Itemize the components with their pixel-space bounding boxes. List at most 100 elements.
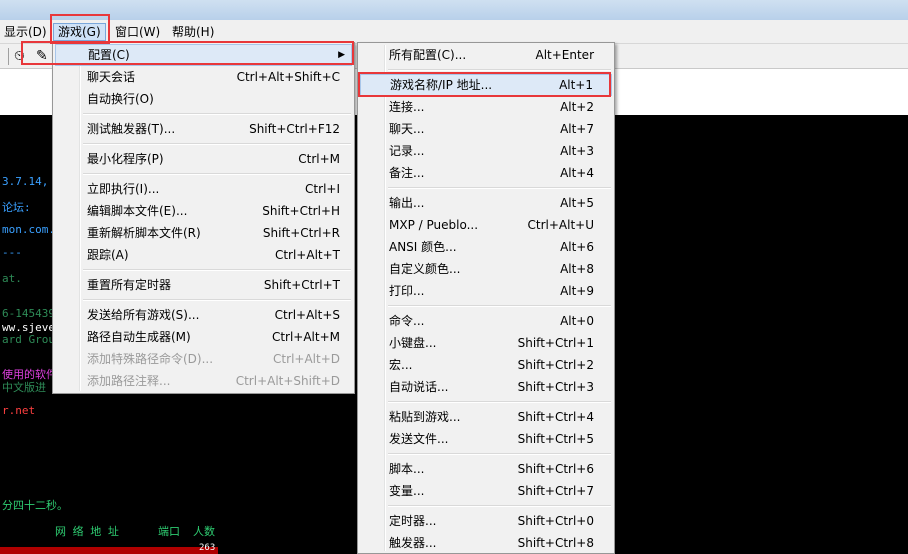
menu-item[interactable]: 测试触发器(T)... Shift+Ctrl+F12 <box>55 118 352 140</box>
menu-item[interactable]: 重新解析脚本文件(R) Shift+Ctrl+R <box>55 222 352 244</box>
menu-item-label: 重新解析脚本文件(R) <box>87 226 201 240</box>
menu-item[interactable]: 命令... Alt+0 <box>360 310 612 332</box>
menu-item-label: 触发器... <box>389 536 437 550</box>
menu-display[interactable]: 显示(D) <box>0 23 51 41</box>
menu-item-label: 重置所有定时器 <box>87 278 172 292</box>
menu-item[interactable]: 发送给所有游戏(S)... Ctrl+Alt+S <box>55 304 352 326</box>
menu-item-shortcut: Shift+Ctrl+5 <box>517 432 594 446</box>
menu-divider <box>83 173 351 175</box>
menu-item-label: 小键盘... <box>389 336 437 350</box>
menu-item-shortcut: Alt+2 <box>560 100 594 114</box>
menu-item[interactable]: 小键盘... Shift+Ctrl+1 <box>360 332 612 354</box>
menu-item[interactable]: 聊天会话 Ctrl+Alt+Shift+C <box>55 66 352 88</box>
menu-item-shortcut: Alt+6 <box>560 240 594 254</box>
terminal-line: at. <box>2 272 22 285</box>
menu-item-label: 添加路径注释... <box>87 374 171 388</box>
menu-game[interactable]: 游戏(G) <box>53 23 106 41</box>
menu-item-shortcut: Ctrl+Alt+S <box>274 308 340 322</box>
menu-item[interactable]: 变量... Shift+Ctrl+7 <box>360 480 612 502</box>
menu-item[interactable]: 备注... Alt+4 <box>360 162 612 184</box>
menu-item[interactable]: 跟踪(A) Ctrl+Alt+T <box>55 244 352 266</box>
menu-divider <box>388 401 611 403</box>
menu-item-shortcut: Ctrl+Alt+M <box>271 330 340 344</box>
toolbar-separator <box>8 48 9 65</box>
menu-item-label: 最小化程序(P) <box>87 152 164 166</box>
menu-item-label: 聊天... <box>389 122 425 136</box>
menu-item-shortcut: Alt+9 <box>560 284 594 298</box>
script-icon[interactable]: ✎ <box>36 48 48 64</box>
game-menu: 配置(C) ▶ 聊天会话 Ctrl+Alt+Shift+C 自动换行(O) 测试触发器(T… <box>52 42 355 394</box>
menu-item-shortcut: Shift+Ctrl+4 <box>517 410 594 424</box>
menu-item[interactable]: 配置(C) ▶ <box>55 44 352 66</box>
menu-item-shortcut: Alt+Enter <box>535 48 594 62</box>
menu-item[interactable]: 定时器... Shift+Ctrl+0 <box>360 510 612 532</box>
menu-item[interactable]: ANSI 颜色... Alt+6 <box>360 236 612 258</box>
menu-item[interactable]: 宏... Shift+Ctrl+2 <box>360 354 612 376</box>
menu-item-shortcut: Shift+Ctrl+R <box>262 226 340 240</box>
menu-item-shortcut: Alt+4 <box>560 166 594 180</box>
menu-item[interactable]: 自动说话... Shift+Ctrl+3 <box>360 376 612 398</box>
menu-item[interactable]: 发送文件... Shift+Ctrl+5 <box>360 428 612 450</box>
menu-item-label: 游戏名称/IP 地址... <box>390 78 493 92</box>
menu-item[interactable]: 路径自动生成器(M) Ctrl+Alt+M <box>55 326 352 348</box>
menu-item[interactable]: 脚本... Shift+Ctrl+6 <box>360 458 612 480</box>
terminal-line: r.net <box>2 404 36 417</box>
menu-item[interactable]: 自定义颜色... Alt+8 <box>360 258 612 280</box>
menu-item[interactable]: 最小化程序(P) Ctrl+M <box>55 148 352 170</box>
menu-item-label: 发送给所有游戏(S)... <box>87 308 200 322</box>
menu-item[interactable]: 聊天... Alt+7 <box>360 118 612 140</box>
menu-item[interactable]: 重置所有定时器 Shift+Ctrl+T <box>55 274 352 296</box>
menu-item-shortcut: Ctrl+Alt+Shift+D <box>235 374 340 388</box>
menu-item[interactable]: 触发器... Shift+Ctrl+8 <box>360 532 612 554</box>
menu-item-shortcut: Shift+Ctrl+3 <box>517 380 594 394</box>
status-bar-red <box>0 547 218 554</box>
menu-item-label: 变量... <box>389 484 425 498</box>
menu-item-label: 脚本... <box>389 462 425 476</box>
menu-item-label: 自定义颜色... <box>389 262 461 276</box>
menu-item-label: 跟踪(A) <box>87 248 129 262</box>
menu-item-shortcut: Alt+1 <box>559 78 593 92</box>
title-bar <box>0 0 908 20</box>
menu-divider <box>388 505 611 507</box>
timer-icon[interactable]: ⏲ <box>14 48 25 64</box>
menu-item[interactable]: 粘贴到游戏... Shift+Ctrl+4 <box>360 406 612 428</box>
menu-item-shortcut: Shift+Ctrl+T <box>263 278 340 292</box>
menu-item-label: 定时器... <box>389 514 437 528</box>
menu-item[interactable]: 立即执行(I)... Ctrl+I <box>55 178 352 200</box>
menu-help[interactable]: 帮助(H) <box>168 23 218 41</box>
menu-divider <box>83 113 351 115</box>
menu-item-label: 所有配置(C)... <box>389 48 467 62</box>
menu-item[interactable]: 所有配置(C)... Alt+Enter <box>360 44 612 66</box>
menu-item-label: 连接... <box>389 100 425 114</box>
menu-divider <box>83 299 351 301</box>
menu-item-shortcut: Ctrl+Alt+U <box>527 218 595 232</box>
menu-item-shortcut: Alt+0 <box>560 314 594 328</box>
menu-item-shortcut: Ctrl+M <box>298 152 340 166</box>
menu-item[interactable]: 游戏名称/IP 地址... Alt+1 <box>360 74 612 96</box>
menu-window[interactable]: 窗口(W) <box>111 23 164 41</box>
menu-item-shortcut: Ctrl+Alt+Shift+C <box>236 70 340 84</box>
menu-bar: 显示(D) 游戏(G) 窗口(W) 帮助(H) <box>0 20 908 44</box>
menu-item[interactable]: 记录... Alt+3 <box>360 140 612 162</box>
menu-item-label: 粘贴到游戏... <box>389 410 461 424</box>
menu-item[interactable]: 打印... Alt+9 <box>360 280 612 302</box>
menu-item-shortcut: Ctrl+I <box>305 182 340 196</box>
menu-item-shortcut: Shift+Ctrl+F12 <box>249 122 340 136</box>
terminal-line: mon.com. <box>2 223 55 236</box>
menu-divider <box>83 269 351 271</box>
terminal-line: 分四十二秒。 <box>2 499 68 512</box>
menu-item[interactable]: 输出... Alt+5 <box>360 192 612 214</box>
menu-item-shortcut: Shift+Ctrl+1 <box>517 336 594 350</box>
menu-divider <box>388 69 611 71</box>
menu-item[interactable]: 连接... Alt+2 <box>360 96 612 118</box>
menu-item: 添加路径注释... Ctrl+Alt+Shift+D <box>55 370 352 392</box>
menu-item-label: 测试触发器(T)... <box>87 122 176 136</box>
menu-item[interactable]: 自动换行(O) <box>55 88 352 110</box>
menu-item[interactable]: MXP / Pueblo... Ctrl+Alt+U <box>360 214 612 236</box>
menu-item[interactable]: 编辑脚本文件(E)... Shift+Ctrl+H <box>55 200 352 222</box>
menu-item-shortcut: Shift+Ctrl+0 <box>517 514 594 528</box>
terminal-line: 263 <box>199 543 216 553</box>
menu-item-label: 配置(C) <box>88 48 130 62</box>
menu-item-shortcut: Shift+Ctrl+2 <box>517 358 594 372</box>
menu-item-label: 编辑脚本文件(E)... <box>87 204 188 218</box>
